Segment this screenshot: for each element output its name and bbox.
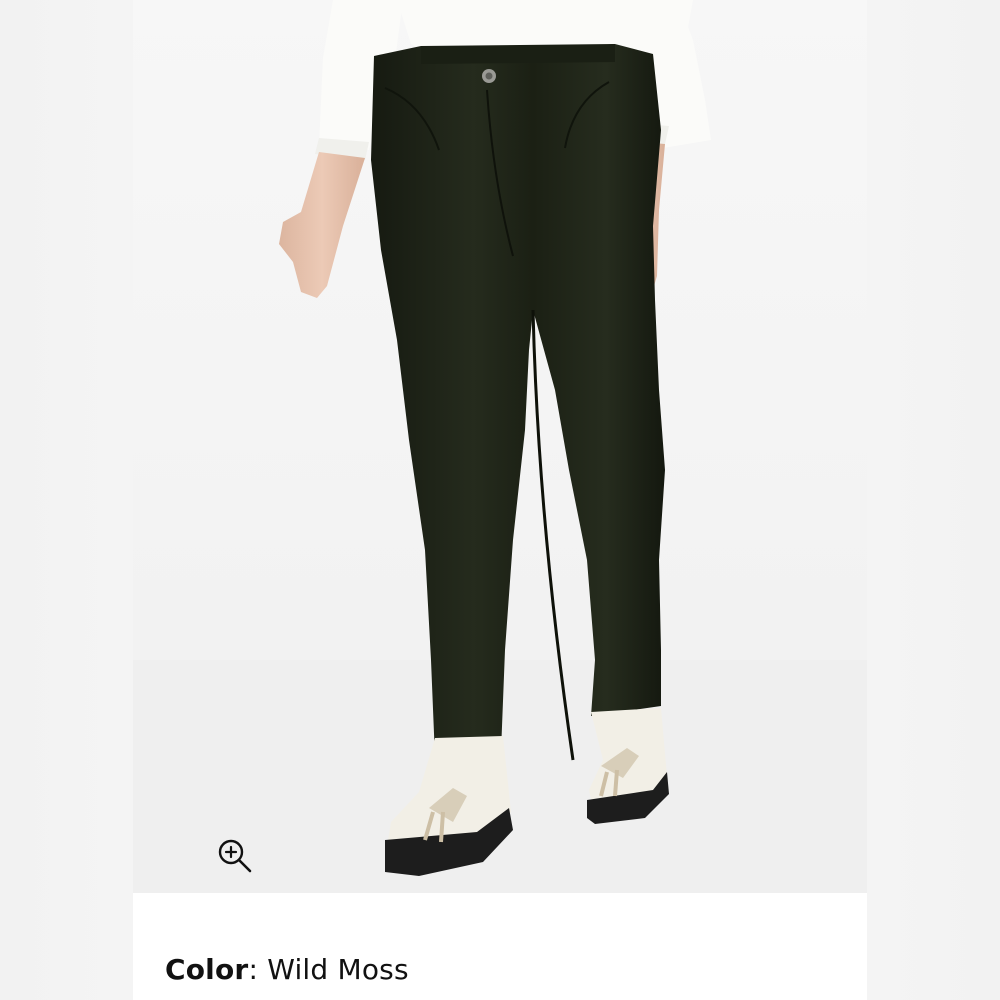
color-info: Color: Wild Moss: [165, 953, 409, 986]
zoom-in-icon: [218, 839, 252, 873]
product-photo: [133, 0, 867, 893]
product-card: Color: Wild Moss: [133, 0, 867, 1000]
zoom-button[interactable]: [213, 834, 257, 878]
color-label: Color: [165, 953, 249, 986]
product-page: Color: Wild Moss: [0, 0, 1000, 1000]
product-image[interactable]: [133, 0, 867, 893]
color-separator: :: [248, 953, 259, 986]
color-value: Wild Moss: [267, 953, 409, 986]
